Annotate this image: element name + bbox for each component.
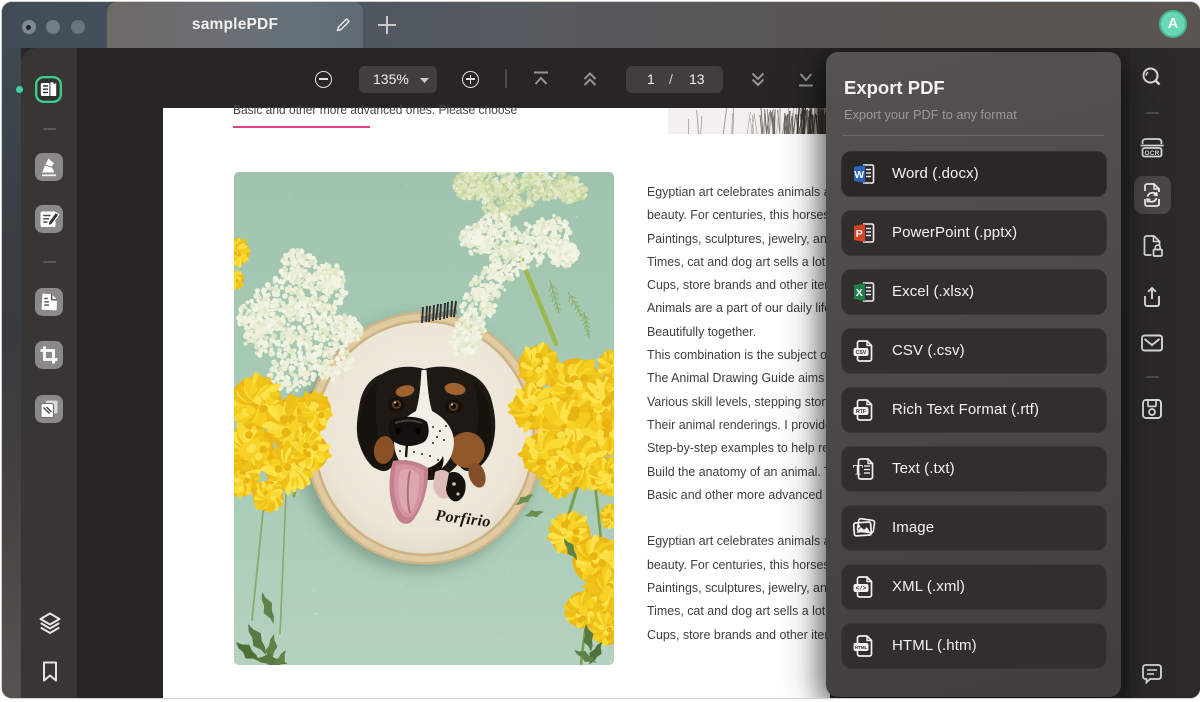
- svg-text:RTF: RTF: [856, 409, 866, 415]
- svg-text:</>: </>: [856, 585, 867, 592]
- svg-text:X: X: [856, 287, 863, 299]
- svg-text:HTML: HTML: [855, 645, 868, 650]
- svg-text:CSV: CSV: [856, 350, 867, 356]
- svg-text:T: T: [853, 463, 863, 479]
- svg-text:P: P: [856, 228, 863, 240]
- svg-text:W: W: [854, 169, 864, 181]
- svg-text:OCR: OCR: [1144, 150, 1159, 157]
